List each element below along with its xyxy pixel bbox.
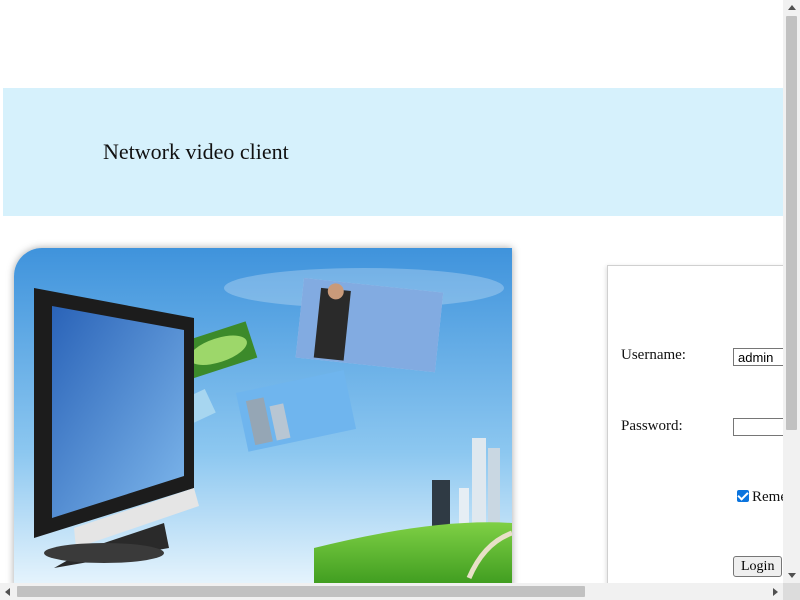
page-title: Network video client [103,139,289,164]
scroll-left-icon[interactable] [5,588,10,596]
scroll-up-icon[interactable] [788,5,796,10]
vertical-scrollbar[interactable] [783,0,800,583]
header-banner: Network video client [3,88,783,216]
scrollbar-corner [783,583,800,600]
horizontal-scroll-thumb[interactable] [17,586,585,597]
horizontal-scrollbar[interactable] [0,583,783,600]
login-panel: Username: Password: Remember Login [607,265,783,583]
remember-checkbox[interactable] [737,490,749,502]
remember-checkbox-row[interactable]: Remember [737,489,783,506]
username-input[interactable] [733,348,783,366]
vertical-scroll-thumb[interactable] [786,16,797,430]
scroll-right-icon[interactable] [773,588,778,596]
login-button[interactable]: Login [733,556,783,577]
monitor-illustration-icon [14,248,512,583]
remember-label: Remember [752,489,783,505]
hero-illustration [14,248,512,583]
password-input[interactable] [733,418,783,436]
scroll-down-icon[interactable] [788,573,796,578]
password-label: Password: [621,418,683,434]
username-label: Username: [621,347,686,363]
page-viewport: Network video client Username: admin Pas… [0,0,783,583]
